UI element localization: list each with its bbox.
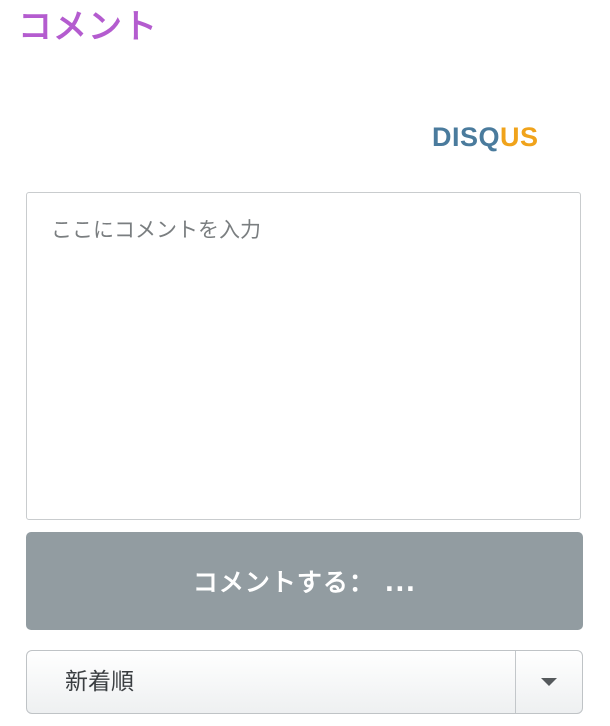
comments-section: コメント DISQUS ここにコメントを入力 コメントする： ... 新着順 — [0, 0, 610, 726]
post-comment-label: コメントする： ... — [192, 568, 417, 597]
section-title: コメント — [18, 7, 158, 47]
disqus-logo-main: DISQ — [432, 122, 501, 152]
disqus-logo[interactable]: DISQUS — [432, 120, 562, 154]
sort-order-select[interactable]: 新着順 — [26, 650, 583, 714]
sort-order-value: 新着順 — [65, 669, 134, 695]
post-comment-button[interactable]: コメントする： ... — [26, 532, 583, 630]
caret-down-icon[interactable] — [516, 651, 582, 713]
disqus-logo-accent: US — [500, 122, 539, 152]
comment-placeholder: ここにコメントを入力 — [51, 218, 261, 242]
comment-input[interactable]: ここにコメントを入力 — [26, 192, 581, 520]
caret-down-icon-svg — [541, 678, 557, 686]
